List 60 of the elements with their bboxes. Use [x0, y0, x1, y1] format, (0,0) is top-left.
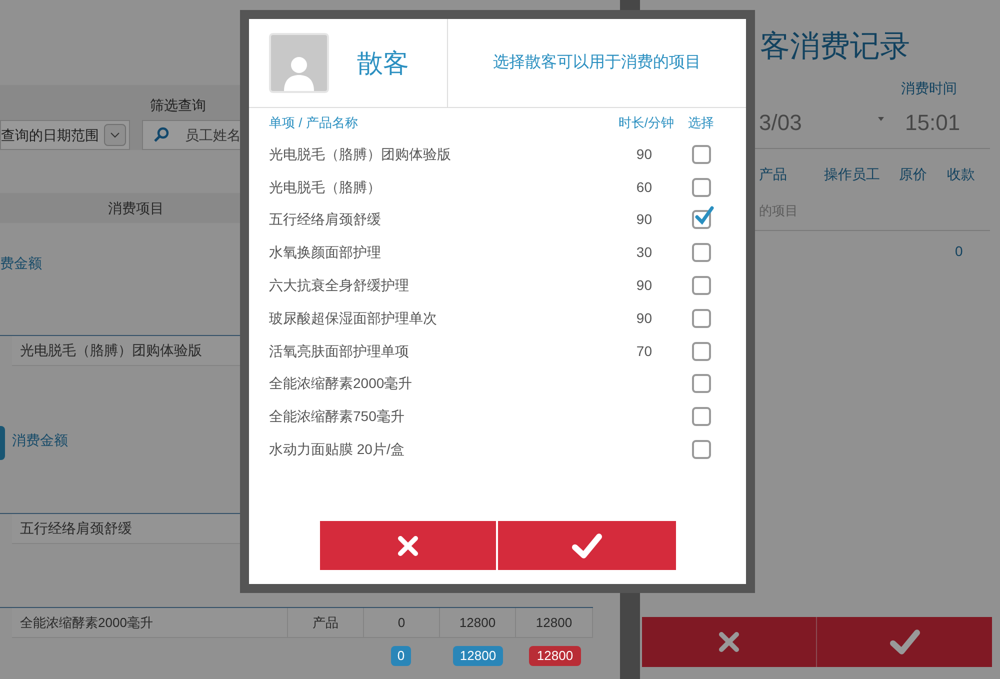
cancel-button[interactable]: [642, 617, 817, 667]
item-name: 水氧换颜面部护理: [269, 243, 382, 262]
column-heading: 产品: [759, 165, 787, 184]
close-icon: [716, 629, 742, 655]
section-label: 费金额: [0, 254, 42, 273]
column-heading: 收款: [947, 165, 975, 184]
duration: 90: [635, 308, 652, 328]
column-heading: 原价: [899, 165, 927, 184]
duration: 60: [635, 178, 652, 197]
column-heading: 选择: [687, 114, 714, 132]
checkbox[interactable]: [692, 374, 711, 394]
item-name: 活氧亮肤面部护理单项: [269, 342, 410, 361]
record-title: 客消费记录: [760, 29, 910, 65]
table-cell: 0: [364, 608, 440, 638]
filter-label: 筛选查询: [150, 96, 206, 115]
checkbox[interactable]: [692, 178, 711, 197]
checkbox[interactable]: [692, 243, 711, 262]
table-cell: 全能浓缩酵素2000毫升: [12, 608, 288, 638]
search-icon: [153, 127, 169, 143]
caret-icon: [878, 117, 884, 121]
item-name: 全能浓缩酵素750毫升: [269, 407, 406, 426]
customer-name: 散客: [357, 46, 409, 80]
column-heading: 操作员工: [824, 165, 880, 184]
chevron-icon: [104, 124, 126, 146]
checkbox[interactable]: [692, 342, 711, 361]
item-name: 水动力面贴膜 20片/盒: [269, 440, 406, 460]
amount-badge: 0: [391, 646, 411, 666]
avatar-icon: [269, 33, 329, 93]
column-heading: 单项 / 产品名称: [269, 114, 359, 132]
confirm-button[interactable]: [817, 617, 992, 667]
time-value: 15:01: [905, 109, 960, 137]
duration: 90: [635, 210, 652, 230]
duration: 70: [635, 342, 652, 361]
duration: 30: [635, 243, 652, 262]
duration: 90: [635, 144, 652, 164]
table-cell: 产品: [288, 608, 364, 638]
checkbox[interactable]: [692, 440, 711, 460]
date-range-dropdown[interactable]: 查询的日期范围: [0, 120, 130, 150]
section-label: 消费金额: [12, 431, 68, 450]
item-name: 六大抗衰全身舒缓护理: [269, 276, 410, 296]
dialog-hint: 选择散客可以用于消费的项目: [493, 52, 701, 73]
checkbox[interactable]: [692, 276, 711, 296]
confirm-button[interactable]: [498, 521, 676, 570]
amount-badge: 12800: [453, 646, 503, 666]
duration: 90: [635, 276, 652, 296]
table-cell: 12800: [440, 608, 516, 638]
table-cell: 12800: [516, 608, 593, 638]
item-name: 全能浓缩酵素2000毫升: [269, 374, 414, 394]
item-name: 玻尿酸超保湿面部护理单次: [269, 308, 438, 328]
amount-badge: 12800: [529, 646, 581, 666]
checkbox[interactable]: [692, 144, 711, 164]
checkbox[interactable]: [692, 308, 711, 328]
column-heading: 时长/分钟: [617, 114, 674, 132]
checkbox[interactable]: [692, 407, 711, 426]
tab-marker: [0, 426, 5, 460]
date-value: 3/03: [759, 109, 802, 137]
item-name: 光电脱毛（胳膊）团购体验版: [269, 144, 452, 164]
time-label: 消费时间: [901, 79, 957, 98]
cancel-button[interactable]: [320, 521, 498, 570]
total-value: 0: [955, 242, 963, 261]
